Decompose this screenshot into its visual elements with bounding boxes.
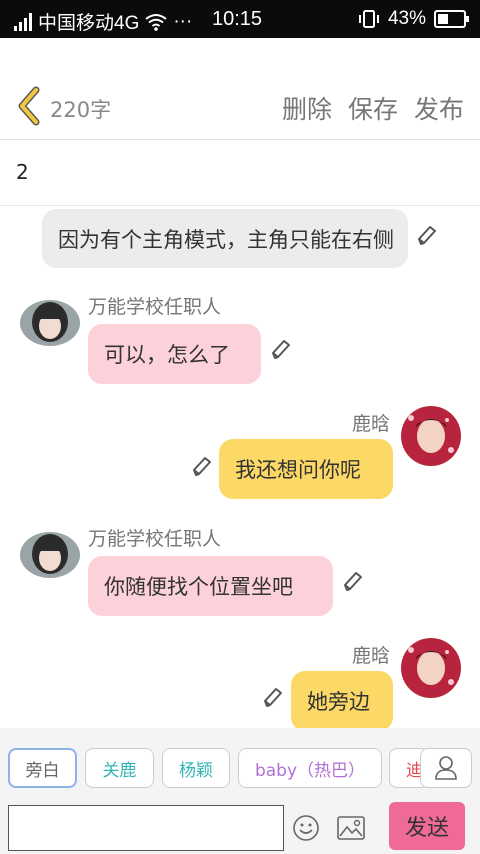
back-chevron-icon[interactable] <box>14 86 44 126</box>
sender-name: 鹿晗 <box>352 413 391 435</box>
pencil-icon[interactable] <box>262 686 284 708</box>
message-text: 她旁边 <box>307 690 370 714</box>
sender-name: 鹿晗 <box>352 645 391 667</box>
character-chip-guanlu[interactable]: 关鹿 <box>85 748 154 788</box>
message-list[interactable]: 因为有个主角模式，主角只能在右侧 万能学校任职人 可以，怎么了 鹿晗 我还想问你… <box>0 206 480 728</box>
right-message-bubble[interactable]: 我还想问你呢 <box>219 439 393 499</box>
message-input[interactable] <box>8 805 284 851</box>
status-bar: 中国移动4G ··· 10:15 43% <box>0 0 480 38</box>
pencil-icon[interactable] <box>416 224 438 246</box>
character-chip-baby[interactable]: baby（热巴） <box>238 748 382 788</box>
message-text: 我还想问你呢 <box>235 458 361 482</box>
wifi-icon <box>145 13 167 31</box>
pencil-icon[interactable] <box>342 570 364 592</box>
avatar-boy-icon <box>401 638 461 698</box>
character-chip-yangying[interactable]: 杨颖 <box>162 748 230 788</box>
send-label: 发送 <box>404 816 449 841</box>
carrier-label: 中国移动4G <box>38 13 140 34</box>
left-message-bubble[interactable]: 你随便找个位置坐吧 <box>88 556 333 616</box>
character-chip-narrator[interactable]: 旁白 <box>8 748 77 788</box>
signal-icon <box>14 12 32 31</box>
image-icon[interactable] <box>337 816 365 840</box>
character-label: baby（热巴） <box>254 760 366 781</box>
emoji-icon[interactable] <box>292 814 320 842</box>
send-button[interactable]: 发送 <box>389 802 465 850</box>
avatar-girl-icon <box>20 300 80 346</box>
character-label: 旁白 <box>25 760 60 781</box>
vibrate-icon <box>358 10 379 28</box>
editor-toolbar: 220字 删除 保存 发布 <box>0 38 480 140</box>
character-label: 杨颖 <box>179 760 213 781</box>
delete-button[interactable]: 删除 <box>282 90 332 126</box>
add-character-button[interactable] <box>420 748 472 788</box>
overflow-dots: ··· <box>173 10 193 32</box>
avatar-girl-icon <box>20 532 80 578</box>
chapter-title: 2 <box>16 160 29 184</box>
char-count: 220字 <box>50 98 112 122</box>
right-message-bubble[interactable]: 她旁边 <box>291 671 393 728</box>
character-label: 关鹿 <box>102 760 137 781</box>
person-icon <box>435 756 457 780</box>
pencil-icon[interactable] <box>191 455 213 477</box>
left-message-bubble[interactable]: 可以，怎么了 <box>88 324 261 384</box>
pencil-icon[interactable] <box>270 338 292 360</box>
clock: 10:15 <box>212 8 263 30</box>
avatar[interactable] <box>401 406 461 466</box>
save-button[interactable]: 保存 <box>348 90 398 126</box>
avatar[interactable] <box>20 300 80 346</box>
message-text: 你随便找个位置坐吧 <box>104 575 293 599</box>
sender-name: 万能学校任职人 <box>88 528 222 550</box>
narration-bubble[interactable]: 因为有个主角模式，主角只能在右侧 <box>42 209 408 268</box>
character-selector: 旁白 关鹿 杨颖 baby（热巴） 迪 <box>0 728 480 802</box>
publish-button[interactable]: 发布 <box>414 90 464 126</box>
avatar[interactable] <box>20 532 80 578</box>
avatar-boy-icon <box>401 406 461 466</box>
input-bar: 发送 <box>0 802 480 854</box>
message-text: 因为有个主角模式，主角只能在右侧 <box>58 227 394 252</box>
message-text: 可以，怎么了 <box>104 343 230 367</box>
sender-name: 万能学校任职人 <box>88 296 222 318</box>
chapter-title-row[interactable]: 2 <box>0 140 480 206</box>
avatar[interactable] <box>401 638 461 698</box>
battery-percent: 43% <box>387 8 426 29</box>
battery-icon <box>434 10 469 28</box>
